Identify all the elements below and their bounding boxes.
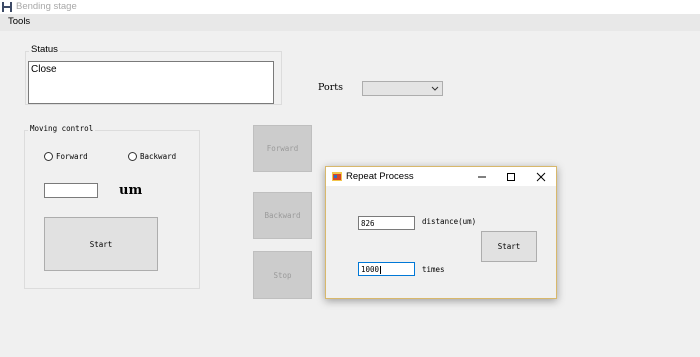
chevron-down-icon [431, 86, 439, 91]
times-label: times [422, 265, 445, 274]
menu-bar [0, 14, 700, 31]
minimize-icon[interactable] [476, 171, 488, 183]
radio-backward-label[interactable]: Backward [140, 152, 176, 161]
close-icon[interactable] [535, 171, 547, 183]
times-value: 1000 [361, 265, 380, 274]
menu-tools[interactable]: Tools [8, 16, 30, 27]
start-button[interactable]: Start [44, 217, 158, 271]
ports-label: Ports [318, 82, 343, 93]
times-input[interactable]: 1000 [358, 262, 415, 276]
status-textbox[interactable]: Close [28, 61, 274, 104]
moving-control-group-label: Moving control [28, 124, 96, 133]
dialog-title: Repeat Process [346, 171, 414, 182]
unit-label: um [119, 183, 143, 198]
app-icon [2, 2, 12, 12]
window-title: Bending stage [16, 1, 77, 12]
maximize-icon[interactable] [505, 171, 517, 183]
dialog-app-icon [332, 172, 342, 181]
distance-input[interactable]: 826 [358, 216, 415, 230]
forward-button[interactable]: Forward [253, 125, 312, 172]
radio-backward[interactable] [128, 152, 137, 161]
radio-forward[interactable] [44, 152, 53, 161]
backward-button[interactable]: Backward [253, 192, 312, 239]
stop-button[interactable]: Stop [253, 251, 312, 299]
position-input[interactable] [44, 183, 98, 198]
repeat-start-button[interactable]: Start [481, 231, 537, 262]
distance-label: distance(um) [422, 217, 477, 226]
repeat-process-dialog: Repeat Process 826 distance(um) 1000 tim… [325, 166, 557, 299]
radio-forward-label[interactable]: Forward [56, 152, 88, 161]
window-titlebar [0, 0, 700, 14]
status-group-label: Status [29, 44, 60, 55]
text-caret [380, 266, 382, 274]
ports-dropdown[interactable] [362, 81, 443, 96]
